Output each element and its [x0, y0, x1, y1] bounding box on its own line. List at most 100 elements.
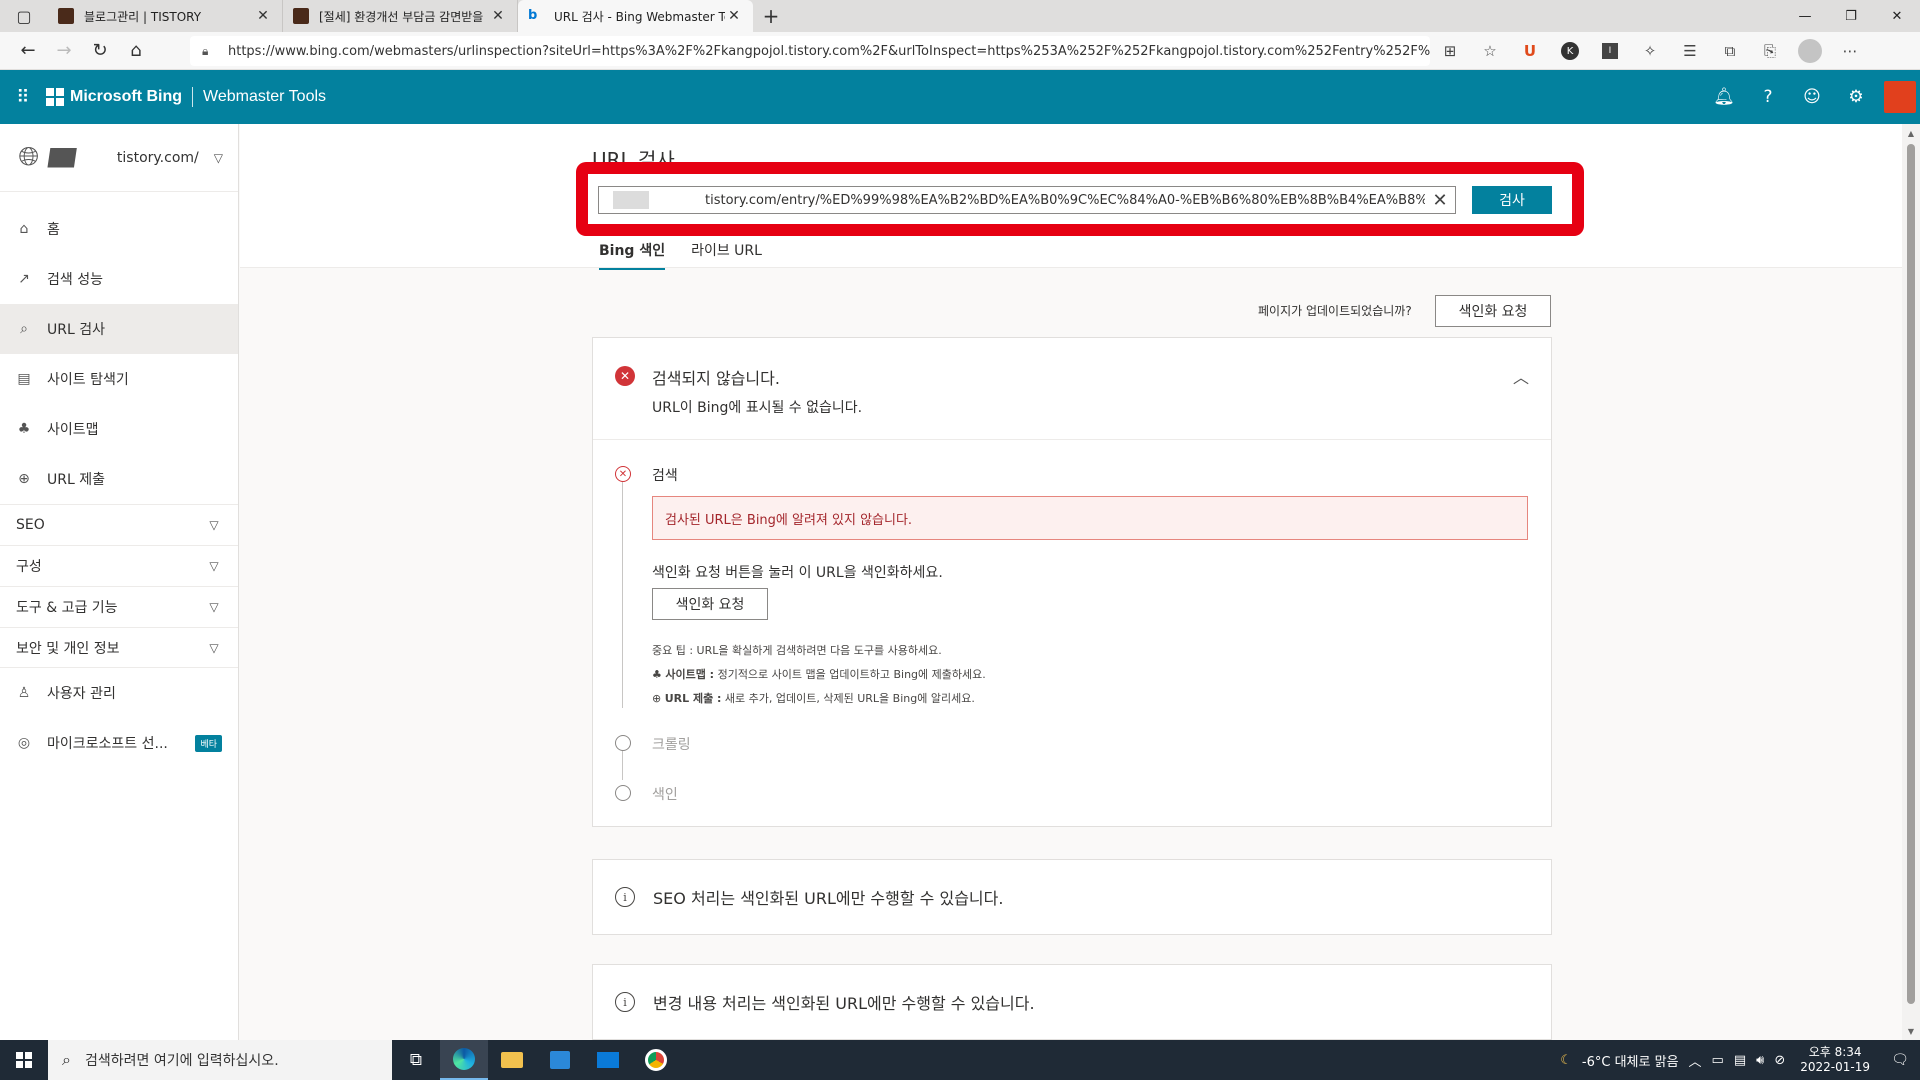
- task-view-icon[interactable]: ⧉: [392, 1040, 440, 1080]
- tab-title: [절세] 환경개선 부담금 감면받을: [319, 9, 484, 24]
- tab-bing-index[interactable]: Bing 색인: [599, 236, 666, 270]
- folder-icon: [501, 1052, 523, 1068]
- user-avatar[interactable]: [1884, 81, 1916, 113]
- back-icon[interactable]: ←: [10, 32, 46, 70]
- screenshot-icon[interactable]: ⎘: [1750, 32, 1790, 70]
- refresh-icon[interactable]: ↻: [82, 32, 118, 70]
- notification-center-icon[interactable]: 🗨︎: [1880, 1052, 1920, 1068]
- collections-icon[interactable]: ⧉: [1710, 32, 1750, 70]
- app-available-icon[interactable]: ⊞: [1430, 32, 1470, 70]
- address-bar[interactable]: 🔒︎ https://www.bing.com/webmasters/urlin…: [190, 36, 1430, 66]
- weather-text[interactable]: -6°C 대체로 맑음: [1577, 1051, 1684, 1070]
- browser-tab-2[interactable]: [절세] 환경개선 부담금 감면받을 ✕: [283, 0, 518, 32]
- sidebar-item-label: URL 검사: [47, 322, 105, 338]
- taskbar-chrome[interactable]: [632, 1040, 680, 1080]
- close-tab-icon[interactable]: ✕: [254, 8, 272, 24]
- close-tab-icon[interactable]: ✕: [725, 8, 743, 24]
- more-menu-icon[interactable]: ⋯: [1830, 32, 1870, 70]
- favorite-star-icon[interactable]: ☆: [1470, 32, 1510, 70]
- tab-live-url[interactable]: 라이브 URL: [691, 236, 762, 270]
- scroll-thumb[interactable]: [1907, 144, 1915, 1004]
- inspect-button[interactable]: 검사: [1472, 186, 1552, 214]
- sidebar-item-user-management[interactable]: ♙ 사용자 관리: [0, 668, 238, 718]
- sidebar-item-url-submission[interactable]: ⊕ URL 제출: [0, 454, 238, 504]
- close-tab-icon[interactable]: ✕: [489, 8, 507, 24]
- sidebar-item-label: 마이크로소프트 선...: [47, 736, 168, 752]
- sidebar-item-url-inspection[interactable]: ⌕ URL 검사: [0, 304, 238, 354]
- scroll-up-icon[interactable]: ▲: [1902, 124, 1920, 142]
- device-icon[interactable]: ▭: [1707, 1053, 1729, 1068]
- bing-favicon-icon: b: [528, 8, 538, 23]
- extension-square-icon[interactable]: I: [1602, 43, 1618, 59]
- volume-icon[interactable]: 🔊︎: [1751, 1053, 1769, 1068]
- extension-k-icon[interactable]: K: [1561, 42, 1579, 60]
- step-label: 크롤링: [652, 737, 691, 753]
- tistory-favicon-icon: [293, 8, 309, 24]
- sidebar-item-label: 사이트맵: [47, 422, 99, 438]
- taskbar-search[interactable]: ⌕ 검색하려면 여기에 입력하십시오.: [48, 1040, 392, 1080]
- lock-icon[interactable]: 🔒︎: [202, 44, 218, 59]
- taskbar-mail[interactable]: [584, 1040, 632, 1080]
- mail-icon: [597, 1052, 619, 1068]
- scroll-down-icon[interactable]: ▼: [1902, 1022, 1920, 1040]
- new-tab-icon[interactable]: +: [753, 0, 789, 32]
- tab-actions-icon[interactable]: ▢: [0, 0, 48, 32]
- clock[interactable]: 오후 8:34 2022-01-19: [1790, 1045, 1880, 1075]
- close-window-icon[interactable]: ✕: [1874, 0, 1920, 32]
- browser-tab-3[interactable]: b URL 검사 - Bing Webmaster Tools ✕: [518, 0, 753, 32]
- sidebar-group-tools[interactable]: 도구 & 고급 기능 ▽: [0, 586, 238, 627]
- redacted-domain: [613, 191, 649, 209]
- extensions-puzzle-icon[interactable]: ✧: [1630, 32, 1670, 70]
- windows-logo-icon: [16, 1052, 32, 1068]
- sidebar-item-sitemaps[interactable]: ♣ 사이트맵: [0, 404, 238, 454]
- browser-tab-1[interactable]: 블로그관리 | TISTORY ✕: [48, 0, 283, 32]
- sidebar-group-security[interactable]: 보안 및 개인 정보 ▽: [0, 627, 238, 668]
- clarity-icon: ◎: [17, 735, 31, 751]
- no-internet-icon[interactable]: ⊘: [1769, 1053, 1790, 1068]
- inspection-result-card: ✕ 검색되지 않습니다. URL이 Bing에 표시될 수 없습니다. ︿ ✕ …: [592, 337, 1552, 827]
- tip-label[interactable]: URL 제출 :: [665, 692, 722, 705]
- change-info-card: i 변경 내용 처리는 색인화된 URL에만 수행할 수 있습니다.: [592, 964, 1552, 1040]
- request-indexing-button-top[interactable]: 색인화 요청: [1435, 295, 1551, 327]
- restore-icon[interactable]: ❐: [1828, 0, 1874, 32]
- sidebar-item-search-performance[interactable]: ↗ 검색 성능: [0, 254, 238, 304]
- feedback-smiley-icon[interactable]: ☺: [1790, 70, 1834, 124]
- product-name[interactable]: Webmaster Tools: [203, 88, 326, 106]
- update-question: 페이지가 업데이트되었습니까?: [1258, 304, 1412, 318]
- extension-u-icon[interactable]: U: [1510, 32, 1550, 70]
- network-icon[interactable]: ▤: [1729, 1053, 1751, 1068]
- request-indexing-button[interactable]: 색인화 요청: [652, 588, 768, 620]
- sidebar-group-seo[interactable]: SEO ▽: [0, 504, 238, 545]
- app-launcher-icon[interactable]: ⠿: [0, 70, 46, 124]
- chevron-up-icon[interactable]: ︿: [1513, 364, 1529, 388]
- page-scrollbar[interactable]: ▲ ▼: [1902, 124, 1920, 1040]
- timeline-line: [622, 478, 623, 708]
- brand-name[interactable]: Microsoft Bing: [70, 88, 182, 106]
- chevron-up-icon[interactable]: ︿: [1684, 1051, 1707, 1070]
- pending-circle-icon: [615, 735, 631, 751]
- help-icon[interactable]: ?: [1746, 70, 1790, 124]
- forward-icon[interactable]: →: [46, 32, 82, 70]
- sidebar-group-config[interactable]: 구성 ▽: [0, 545, 238, 586]
- taskbar-edge[interactable]: [440, 1040, 488, 1080]
- sidebar-item-site-explorer[interactable]: ▤ 사이트 탐색기: [0, 354, 238, 404]
- start-button[interactable]: [0, 1040, 48, 1080]
- info-icon: i: [615, 887, 635, 907]
- profile-avatar[interactable]: [1798, 39, 1822, 63]
- settings-gear-icon[interactable]: ⚙: [1834, 70, 1878, 124]
- sidebar-item-home[interactable]: ⌂ 홈: [0, 204, 238, 254]
- sidebar-item-label: 검색 성능: [47, 272, 103, 288]
- taskbar-store[interactable]: [536, 1040, 584, 1080]
- sidebar-item-microsoft-clarity[interactable]: ◎ 마이크로소프트 선... 베타: [0, 718, 238, 768]
- site-selector[interactable]: 🌐︎ tistory.com/ ▽: [0, 124, 238, 192]
- home-icon[interactable]: ⌂: [118, 32, 154, 70]
- sitemap-icon: ♣: [17, 421, 31, 437]
- clear-icon[interactable]: ✕: [1425, 190, 1455, 211]
- tip-body: 새로 추가, 업데이트, 삭제된 URL을 Bing에 알리세요.: [721, 692, 975, 705]
- url-inspect-input[interactable]: tistory.com/entry/%ED%99%98%EA%B2%BD%EA%…: [598, 186, 1456, 214]
- favorites-icon[interactable]: ☰: [1670, 32, 1710, 70]
- tip-label[interactable]: 사이트맵 :: [665, 668, 714, 681]
- minimize-icon[interactable]: —: [1782, 0, 1828, 32]
- notification-bell-icon[interactable]: 🔔︎: [1702, 70, 1746, 124]
- taskbar-explorer[interactable]: [488, 1040, 536, 1080]
